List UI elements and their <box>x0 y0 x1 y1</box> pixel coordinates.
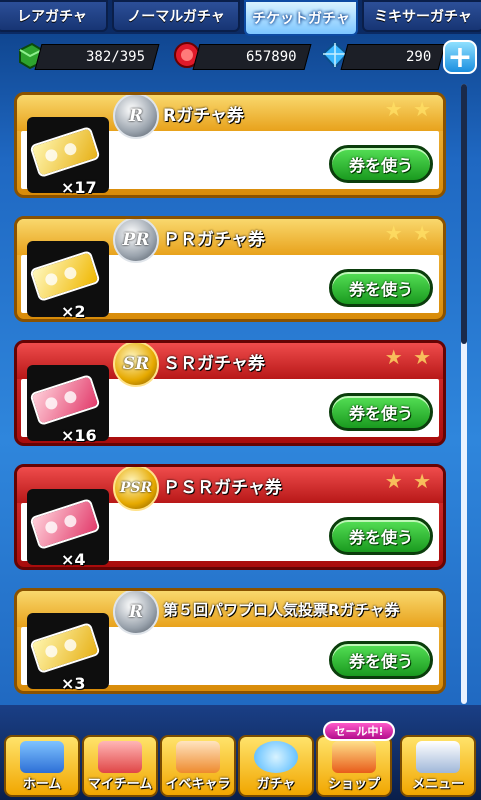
nav-gacha-button[interactable]: ガチャ <box>238 735 314 797</box>
ticket-name: 第５回パワプロ人気投票Rガチャ券 <box>163 600 400 619</box>
rarity-badge-icon: PR <box>113 219 159 263</box>
star-decoration-icon: ★ ★ <box>384 97 433 121</box>
ticket-image: ×4 <box>27 489 109 567</box>
stamina-value: 382/395 <box>85 49 145 65</box>
pink-ticket-icon <box>31 500 99 548</box>
ticket-card: 第５回パワプロ人気投票Rガチャ券 ×3 R 券を使う <box>14 588 446 694</box>
nav-shop-button[interactable]: ショップ <box>316 735 392 797</box>
tab-normal-gacha[interactable]: ノーマルガチャ <box>112 0 240 32</box>
gold-ticket-icon <box>31 128 99 176</box>
ticket-name: ＰＳＲガチャ券 <box>163 477 282 498</box>
coin-value: 657890 <box>246 49 297 65</box>
ticket-image: ×17 <box>27 117 109 195</box>
star-decoration-icon: ★ ★ <box>384 469 433 493</box>
ticket-count: ×17 <box>61 178 97 197</box>
use-ticket-button[interactable]: 券を使う <box>329 641 433 679</box>
nav-myteam-button[interactable]: マイチーム <box>82 735 158 797</box>
ticket-name: ＰＲガチャ券 <box>163 229 265 250</box>
add-gems-button[interactable]: + <box>443 39 477 75</box>
star-decoration-icon: ★ ★ <box>384 221 433 245</box>
use-ticket-button[interactable]: 券を使う <box>329 145 433 183</box>
nav-menu-button[interactable]: メニュー <box>400 735 476 797</box>
ticket-name: ＳＲガチャ券 <box>163 353 265 374</box>
star-decoration-icon: ★ ★ <box>384 345 433 369</box>
gem-value: 290 <box>405 49 431 65</box>
event-character-icon <box>176 741 220 773</box>
gacha-icon <box>254 741 298 773</box>
tab-mixer-gacha[interactable]: ミキサーガチャ <box>362 0 481 32</box>
ticket-image: ×16 <box>27 365 109 443</box>
ticket-count: ×16 <box>61 426 97 445</box>
plus-icon: + <box>447 39 473 75</box>
rarity-badge-icon: R <box>113 95 159 139</box>
ticket-card: ★ ★ ＳＲガチャ券 ×16 SR 券を使う <box>14 340 446 446</box>
rarity-badge-icon: SR <box>113 343 159 387</box>
ticket-card: ★ ★ ＰＳＲガチャ券 ×4 PSR 券を使う <box>14 464 446 570</box>
tab-bar: レアガチャ ノーマルガチャ チケットガチャ ミキサーガチャ <box>0 0 481 36</box>
tab-rare-gacha[interactable]: レアガチャ <box>0 0 108 32</box>
team-icon <box>98 741 142 773</box>
rarity-badge-icon: R <box>113 591 159 635</box>
coin-display: 657890 <box>192 44 312 70</box>
scrollbar[interactable] <box>461 84 467 704</box>
rarity-badge-icon: PSR <box>113 467 159 511</box>
ticket-count: ×4 <box>61 550 86 569</box>
stamina-display: 382/395 <box>34 44 160 70</box>
nav-home-button[interactable]: ホーム <box>4 735 80 797</box>
ticket-count: ×2 <box>61 302 86 321</box>
nav-event-character-button[interactable]: イベキャラ <box>160 735 236 797</box>
ticket-image: ×3 <box>27 613 109 691</box>
gem-display: 290 <box>340 44 446 70</box>
gold-ticket-icon <box>31 252 99 300</box>
pink-ticket-icon <box>31 376 99 424</box>
home-icon <box>20 741 64 773</box>
tab-ticket-gacha[interactable]: チケットガチャ <box>244 0 358 36</box>
use-ticket-button[interactable]: 券を使う <box>329 393 433 431</box>
sale-badge: セール中! <box>323 721 395 741</box>
use-ticket-button[interactable]: 券を使う <box>329 517 433 555</box>
gold-ticket-icon <box>31 624 99 672</box>
menu-icon <box>416 741 460 773</box>
shop-icon <box>332 741 376 773</box>
ticket-name: Rガチャ券 <box>163 105 244 126</box>
bottom-nav: ホーム マイチーム イベキャラ ガチャ ショップ セール中! メニュー <box>0 705 481 800</box>
use-ticket-button[interactable]: 券を使う <box>329 269 433 307</box>
ticket-card: ★ ★ Rガチャ券 ×17 R 券を使う <box>14 92 446 198</box>
ticket-card: ★ ★ ＰＲガチャ券 ×2 PR 券を使う <box>14 216 446 322</box>
ticket-count: ×3 <box>61 674 86 693</box>
ticket-image: ×2 <box>27 241 109 319</box>
scrollbar-thumb[interactable] <box>461 84 467 344</box>
resource-bar: 382/395 657890 290 <box>0 38 481 80</box>
